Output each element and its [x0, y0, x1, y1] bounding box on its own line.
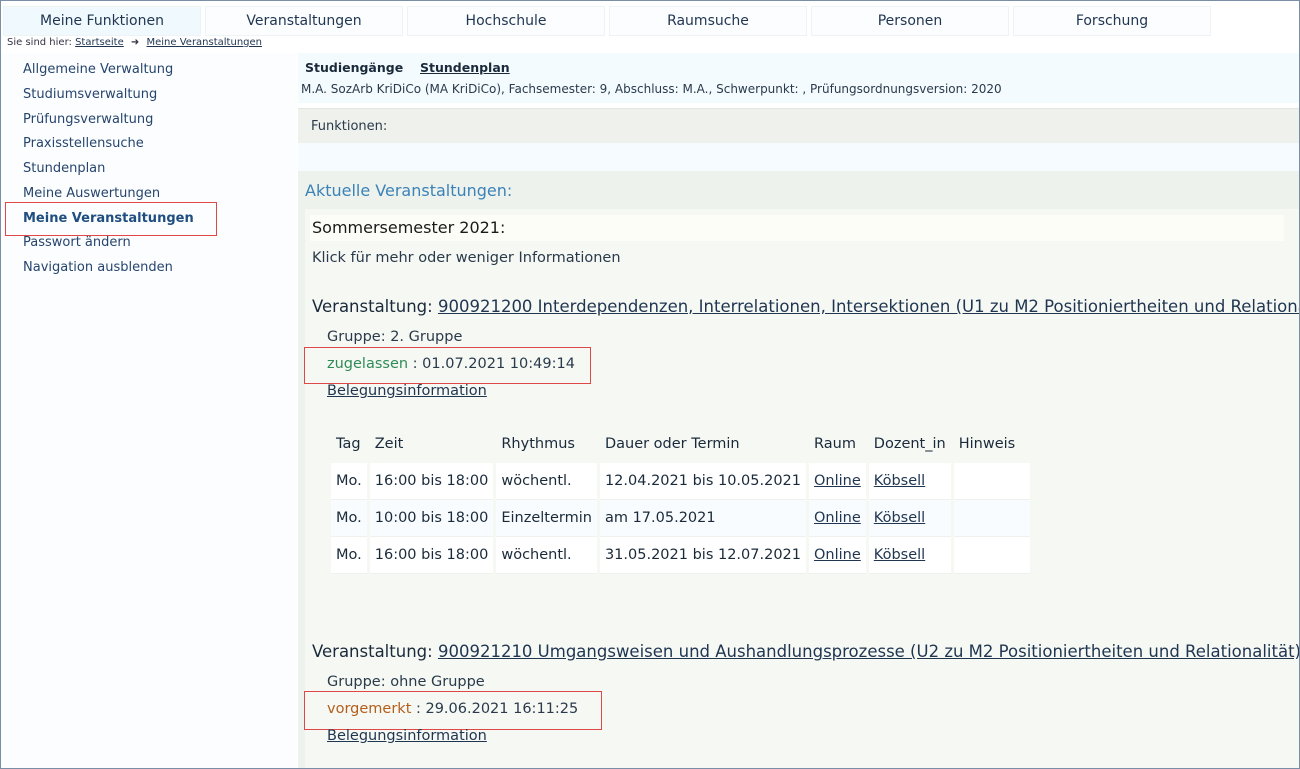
cell-dauer: 31.05.2021 bis 12.07.2021	[599, 537, 807, 574]
sidebar-item-pruefungsverwaltung[interactable]: Prüfungsverwaltung	[23, 112, 153, 127]
sidebar: Allgemeine Verwaltung Studiumsverwaltung…	[1, 53, 297, 768]
sidebar-item-passwort-aendern[interactable]: Passwort ändern	[23, 235, 131, 250]
semester-container: Sommersemester 2021: Klick für mehr oder…	[304, 209, 1299, 768]
cell-raum: Online	[809, 500, 866, 537]
dozent-link[interactable]: Köbsell	[874, 547, 925, 563]
panel-heading: Aktuelle Veranstaltungen:	[305, 181, 513, 200]
highlight-box	[304, 347, 591, 384]
event-link[interactable]: 900921200 Interdependenzen, Interrelatio…	[438, 297, 1299, 316]
header-dauer: Dauer oder Termin	[604, 436, 740, 452]
cell-zeit: 16:00 bis 18:00	[369, 463, 494, 500]
arrow-right-icon: ➜	[130, 37, 140, 48]
tab-forschung[interactable]: Forschung	[1013, 6, 1211, 36]
cell-zeit: 16:00 bis 18:00	[369, 537, 494, 574]
event-prefix: Veranstaltung:	[312, 297, 433, 316]
event-prefix: Veranstaltung:	[312, 642, 433, 661]
stundenplan-link[interactable]: Stundenplan	[420, 60, 510, 75]
sidebar-item-studiumsverwaltung[interactable]: Studiumsverwaltung	[23, 87, 157, 102]
tab-hochschule[interactable]: Hochschule	[407, 6, 605, 36]
breadcrumb-current-link[interactable]: Meine Veranstaltungen	[147, 37, 263, 48]
program-info: M.A. SozArb KriDiCo (MA KriDiCo), Fachse…	[301, 82, 1002, 96]
event-group: Gruppe: ohne Gruppe	[327, 674, 485, 690]
cell-dozent: Köbsell	[868, 500, 951, 537]
sidebar-item-allgemeine-verwaltung[interactable]: Allgemeine Verwaltung	[23, 62, 173, 77]
raum-link[interactable]: Online	[814, 473, 861, 489]
breadcrumb-prefix: Sie sind hier:	[7, 37, 72, 48]
cell-dauer: 12.04.2021 bis 10.05.2021	[599, 463, 807, 500]
event-link[interactable]: 900921210 Umgangsweisen und Aushandlungs…	[438, 642, 1299, 661]
cell-tag: Mo.	[331, 537, 367, 574]
main-content: Studiengänge Stundenplan M.A. SozArb Kri…	[298, 53, 1299, 768]
breadcrumb-home-link[interactable]: Startseite	[75, 37, 124, 48]
header-rhythmus: Rhythmus	[501, 436, 575, 452]
cell-rhythmus: Einzeltermin	[496, 500, 597, 537]
raum-link[interactable]: Online	[814, 547, 861, 563]
cell-hinweis	[953, 537, 1030, 574]
cell-rhythmus: wöchentl.	[496, 463, 597, 500]
semester-bar[interactable]: Sommersemester 2021:	[310, 215, 1284, 241]
cell-zeit: 10:00 bis 18:00	[369, 500, 494, 537]
tab-veranstaltungen[interactable]: Veranstaltungen	[205, 6, 403, 36]
sidebar-item-meine-auswertungen[interactable]: Meine Auswertungen	[23, 186, 160, 201]
functions-label: Funktionen:	[311, 119, 388, 134]
header-dozent: Dozent_in	[873, 436, 946, 452]
belegungsinformation-link[interactable]: Belegungsinformation	[327, 383, 487, 399]
highlight-box	[5, 202, 217, 236]
semester-title: Sommersemester 2021:	[312, 218, 506, 237]
header-hinweis: Hinweis	[958, 436, 1016, 452]
tab-meine-funktionen[interactable]: Meine Funktionen	[3, 6, 201, 36]
spacer-band	[298, 143, 1299, 171]
sidebar-item-stundenplan[interactable]: Stundenplan	[23, 161, 105, 176]
table-row: Mo. 16:00 bis 18:00 wöchentl. 31.05.2021…	[331, 537, 1030, 574]
cell-raum: Online	[809, 463, 866, 500]
tab-raumsuche[interactable]: Raumsuche	[609, 6, 807, 36]
studiengaenge-link[interactable]: Studiengänge	[305, 60, 403, 75]
cell-raum: Online	[809, 537, 866, 574]
sidebar-item-praxisstellensuche[interactable]: Praxisstellensuche	[23, 136, 144, 151]
toggle-info-hint[interactable]: Klick für mehr oder weniger Informatione…	[312, 250, 621, 266]
cell-tag: Mo.	[331, 500, 367, 537]
event-group: Gruppe: 2. Gruppe	[327, 329, 463, 345]
breadcrumb: Sie sind hier: Startseite ➜ Meine Verans…	[7, 37, 262, 48]
cell-dozent: Köbsell	[868, 537, 951, 574]
table-header-row: Tag Zeit Rhythmus Dauer oder Termin Raum…	[331, 425, 1030, 463]
cell-tag: Mo.	[331, 463, 367, 500]
cell-hinweis	[953, 463, 1030, 500]
tab-personen[interactable]: Personen	[811, 6, 1009, 36]
dozent-link[interactable]: Köbsell	[874, 473, 925, 489]
current-events-panel: Aktuelle Veranstaltungen: Sommersemester…	[298, 171, 1299, 768]
cell-rhythmus: wöchentl.	[496, 537, 597, 574]
cell-dauer: am 17.05.2021	[599, 500, 807, 537]
belegungsinformation-link[interactable]: Belegungsinformation	[327, 728, 487, 744]
top-navigation: Meine Funktionen Veranstaltungen Hochsch…	[3, 6, 1211, 36]
sidebar-item-navigation-ausblenden[interactable]: Navigation ausblenden	[23, 260, 173, 275]
functions-bar: Funktionen:	[298, 108, 1299, 143]
cell-hinweis	[953, 500, 1030, 537]
page-frame: Meine Funktionen Veranstaltungen Hochsch…	[0, 0, 1300, 769]
event-title: Veranstaltung: 900921210 Umgangsweisen u…	[312, 642, 1299, 661]
raum-link[interactable]: Online	[814, 510, 861, 526]
header-tag: Tag	[336, 436, 361, 452]
event-title: Veranstaltung: 900921200 Interdependenze…	[312, 297, 1299, 316]
header-raum: Raum	[814, 436, 856, 452]
header-zeit: Zeit	[374, 436, 404, 452]
table-row: Mo. 16:00 bis 18:00 wöchentl. 12.04.2021…	[331, 463, 1030, 500]
dozent-link[interactable]: Köbsell	[874, 510, 925, 526]
highlight-box	[304, 691, 602, 730]
sub-navigation: Studiengänge Stundenplan M.A. SozArb Kri…	[298, 53, 1299, 103]
cell-dozent: Köbsell	[868, 463, 951, 500]
schedule-table: Tag Zeit Rhythmus Dauer oder Termin Raum…	[328, 425, 1033, 574]
table-row: Mo. 10:00 bis 18:00 Einzeltermin am 17.0…	[331, 500, 1030, 537]
